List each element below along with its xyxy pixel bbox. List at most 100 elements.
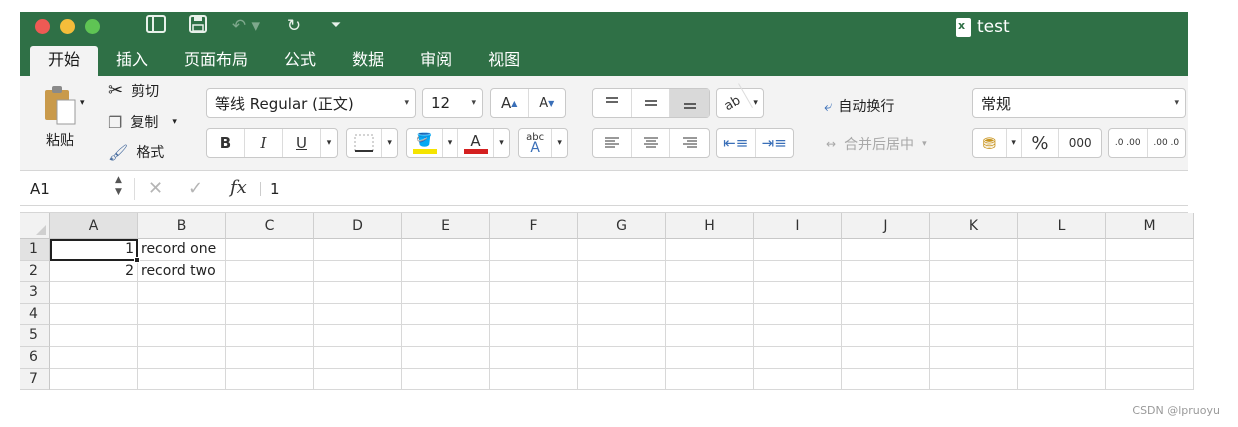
cell-m5[interactable]: [1106, 325, 1194, 347]
column-header-b[interactable]: B: [138, 213, 226, 239]
insert-function-icon[interactable]: fx: [230, 177, 247, 198]
font-name-select[interactable]: 等线 Regular (正文) ▾: [206, 88, 416, 118]
cell-c1[interactable]: [226, 239, 314, 261]
cell-j7[interactable]: [842, 368, 930, 391]
cell-e2[interactable]: [402, 260, 490, 283]
row-header-3[interactable]: 3: [20, 282, 50, 304]
sidebar-toggle-icon[interactable]: [144, 15, 168, 37]
cell-h5[interactable]: [666, 325, 754, 347]
column-header-i[interactable]: I: [754, 213, 842, 239]
cell-i6[interactable]: [754, 347, 842, 369]
tab-formulas[interactable]: 公式: [266, 46, 334, 76]
percent-style-button[interactable]: %: [1022, 129, 1060, 157]
column-header-h[interactable]: H: [666, 213, 754, 239]
cell-f4[interactable]: [490, 303, 578, 326]
column-header-j[interactable]: J: [842, 213, 930, 239]
cell-g7[interactable]: [578, 368, 666, 391]
bold-button[interactable]: B: [207, 129, 245, 157]
tab-home[interactable]: 开始: [30, 46, 99, 76]
cell-g3[interactable]: [578, 282, 666, 304]
underline-dropdown-icon[interactable]: ▾: [321, 129, 337, 157]
column-header-g[interactable]: G: [578, 213, 666, 239]
cell-g1[interactable]: [578, 239, 666, 261]
font-color-dropdown-icon[interactable]: ▾: [494, 129, 509, 157]
cell-a4[interactable]: [50, 303, 138, 326]
cell-f3[interactable]: [490, 282, 578, 304]
number-format-select[interactable]: 常规 ▾: [972, 88, 1186, 118]
cell-a1[interactable]: 1: [50, 239, 138, 261]
cell-j6[interactable]: [842, 347, 930, 369]
orientation-button[interactable]: ab ▾: [712, 83, 764, 123]
cell-b2[interactable]: record two: [138, 260, 226, 283]
cell-k4[interactable]: [930, 303, 1018, 326]
cell-l1[interactable]: [1018, 239, 1106, 261]
cell-i7[interactable]: [754, 368, 842, 391]
customize-toolbar-icon[interactable]: ⏷: [326, 15, 346, 37]
cell-e1[interactable]: [402, 239, 490, 261]
increase-indent-icon[interactable]: ⇥≡: [756, 129, 794, 157]
tab-view[interactable]: 视图: [470, 46, 538, 76]
cell-c6[interactable]: [226, 347, 314, 369]
cell-e3[interactable]: [402, 282, 490, 304]
cut-button[interactable]: ✂ 剪切: [108, 80, 159, 101]
cell-l5[interactable]: [1018, 325, 1106, 347]
formula-input[interactable]: 1: [270, 180, 280, 198]
cell-m4[interactable]: [1106, 303, 1194, 326]
row-header-2[interactable]: 2: [20, 260, 50, 283]
cell-j5[interactable]: [842, 325, 930, 347]
row-header-5[interactable]: 5: [20, 325, 50, 347]
cell-i2[interactable]: [754, 260, 842, 283]
cell-j3[interactable]: [842, 282, 930, 304]
cell-d7[interactable]: [314, 368, 402, 391]
cell-j2[interactable]: [842, 260, 930, 283]
cell-f7[interactable]: [490, 368, 578, 391]
wrap-text-button[interactable]: ⤶ 自动换行: [824, 96, 894, 116]
decrease-indent-icon[interactable]: ⇤≡: [717, 129, 756, 157]
cell-m7[interactable]: [1106, 368, 1194, 391]
cell-c2[interactable]: [226, 260, 314, 283]
cell-k5[interactable]: [930, 325, 1018, 347]
cell-h1[interactable]: [666, 239, 754, 261]
cell-a3[interactable]: [50, 282, 138, 304]
align-right-icon[interactable]: [670, 129, 709, 157]
accounting-dropdown-icon[interactable]: ▾: [1007, 129, 1022, 157]
decrease-font-size-button[interactable]: A ▼: [529, 89, 566, 117]
cell-d3[interactable]: [314, 282, 402, 304]
cell-g4[interactable]: [578, 303, 666, 326]
redo-icon[interactable]: ↻: [282, 15, 306, 37]
cell-a5[interactable]: [50, 325, 138, 347]
cell-c5[interactable]: [226, 325, 314, 347]
row-header-7[interactable]: 7: [20, 368, 50, 391]
column-header-m[interactable]: M: [1106, 213, 1194, 239]
increase-font-size-button[interactable]: A ▲: [491, 89, 529, 117]
merge-center-button[interactable]: ↔ 合并后居中 ▾: [826, 134, 927, 154]
increase-decimal-button[interactable]: .0 .00: [1109, 129, 1148, 157]
cell-g6[interactable]: [578, 347, 666, 369]
font-color-button[interactable]: A: [458, 129, 494, 157]
minimize-window-button[interactable]: [60, 19, 75, 34]
borders-button[interactable]: ▾: [346, 128, 398, 158]
column-header-d[interactable]: D: [314, 213, 402, 239]
cell-k2[interactable]: [930, 260, 1018, 283]
cell-g2[interactable]: [578, 260, 666, 283]
cell-b5[interactable]: [138, 325, 226, 347]
cell-m1[interactable]: [1106, 239, 1194, 261]
column-header-k[interactable]: K: [930, 213, 1018, 239]
cell-k6[interactable]: [930, 347, 1018, 369]
cell-l3[interactable]: [1018, 282, 1106, 304]
format-painter-button[interactable]: 🖌 格式: [108, 142, 164, 162]
cell-m2[interactable]: [1106, 260, 1194, 283]
underline-button[interactable]: U: [283, 129, 321, 157]
cell-k7[interactable]: [930, 368, 1018, 391]
cell-b7[interactable]: [138, 368, 226, 391]
cell-a6[interactable]: [50, 347, 138, 369]
align-center-icon[interactable]: [632, 129, 671, 157]
undo-icon[interactable]: ↶ ▾: [226, 15, 266, 37]
cell-b1[interactable]: record one: [138, 239, 226, 261]
column-header-e[interactable]: E: [402, 213, 490, 239]
cell-f5[interactable]: [490, 325, 578, 347]
cell-d2[interactable]: [314, 260, 402, 283]
confirm-entry-icon[interactable]: ✓: [188, 178, 203, 199]
cell-l6[interactable]: [1018, 347, 1106, 369]
cell-l4[interactable]: [1018, 303, 1106, 326]
